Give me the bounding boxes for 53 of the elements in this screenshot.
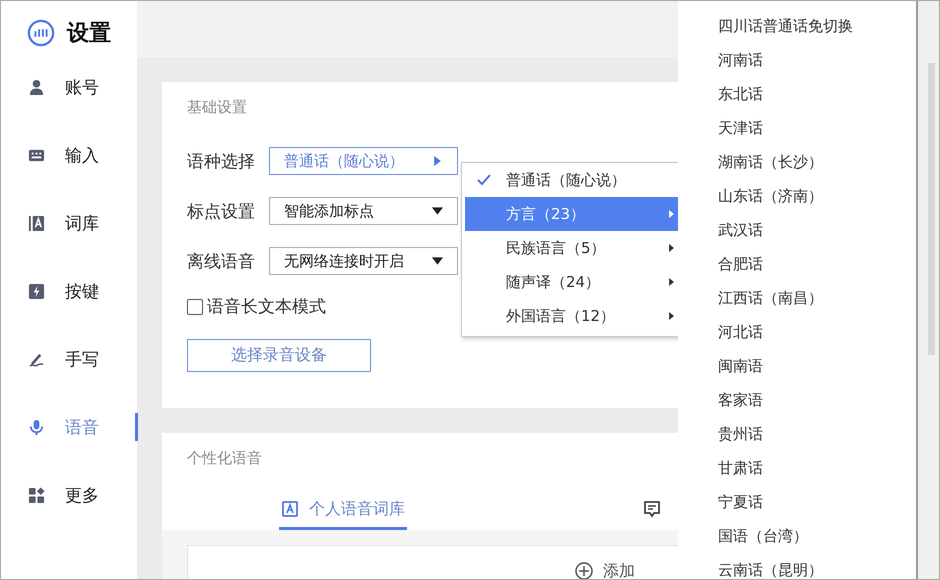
sidebar-item[interactable]: 账号 <box>1 53 137 121</box>
note-icon <box>643 500 661 518</box>
menu-item[interactable]: 合肥话 <box>718 247 916 281</box>
menu-item[interactable]: 天津话 <box>718 111 916 145</box>
plus-icon <box>575 562 593 579</box>
microphone-icon <box>28 418 45 436</box>
menu-item[interactable]: 河南话 <box>718 43 916 77</box>
sidebar-item[interactable]: 更多 <box>1 461 137 529</box>
menu-item[interactable]: 四川话普通话免切换 <box>718 9 916 43</box>
caret-down-icon <box>432 256 443 266</box>
add-button[interactable]: 添加 <box>575 556 635 579</box>
section-title: 个性化语音 <box>187 449 262 469</box>
field-label: 语种选择 <box>187 150 256 172</box>
dropdown-field[interactable]: 智能添加标点 <box>269 197 458 225</box>
dropdown-field[interactable]: 无网络连接时开启 <box>269 247 458 275</box>
menu-item[interactable]: 甘肃话 <box>718 451 916 485</box>
menu-item[interactable]: 东北话 <box>718 77 916 111</box>
logo-icon <box>27 19 55 47</box>
menu-item[interactable]: 随声译（24） <box>465 265 678 299</box>
menu-item[interactable]: 闽南语 <box>718 349 916 383</box>
sidebar-item[interactable]: 输入 <box>1 121 137 189</box>
select-device-button[interactable]: 选择录音设备 <box>187 338 371 372</box>
field-label: 离线语音 <box>187 250 256 272</box>
menu-item[interactable]: 国语（台湾） <box>718 519 916 553</box>
menu-item[interactable]: 普通话（随心说） <box>465 163 678 197</box>
menu-item[interactable]: 民族语言（5） <box>465 231 678 265</box>
menu-item[interactable]: 客家语 <box>718 383 916 417</box>
menu-item[interactable]: 江西话（南昌） <box>718 281 916 315</box>
menu-item[interactable]: 武汉话 <box>718 213 916 247</box>
menu-item[interactable]: 贵州话 <box>718 417 916 451</box>
sidebar-item[interactable]: 手写 <box>1 325 137 393</box>
menu-item[interactable]: 山东话（济南） <box>718 179 916 213</box>
sidebar-item[interactable]: 按键 <box>1 257 137 325</box>
app-title: 设置 <box>67 20 111 48</box>
field-label: 标点设置 <box>187 200 256 222</box>
menu-item[interactable]: 方言（23） <box>465 197 678 231</box>
menu-item[interactable]: 河北话 <box>718 315 916 349</box>
menu-item[interactable]: 外国语言（12） <box>465 299 678 333</box>
book-icon <box>281 500 299 518</box>
triangle-right-icon <box>432 156 443 166</box>
lightning-icon <box>28 282 45 300</box>
long-text-checkbox[interactable]: 语音长文本模式 <box>187 295 326 318</box>
menu-item[interactable]: 宁夏话 <box>718 485 916 519</box>
dropdown-field[interactable]: 普通话（随心说） <box>269 147 458 175</box>
menu-item[interactable]: 云南话（昆明） <box>718 553 916 579</box>
caret-down-icon <box>432 206 443 216</box>
menu-item[interactable]: 湖南话（长沙） <box>718 145 916 179</box>
person-icon <box>28 78 45 96</box>
section-title: 基础设置 <box>187 98 247 118</box>
book-icon <box>28 214 45 232</box>
grid-icon <box>28 486 45 504</box>
sidebar-item[interactable]: 语音 <box>1 393 137 461</box>
sidebar-item[interactable]: 词库 <box>1 189 137 257</box>
